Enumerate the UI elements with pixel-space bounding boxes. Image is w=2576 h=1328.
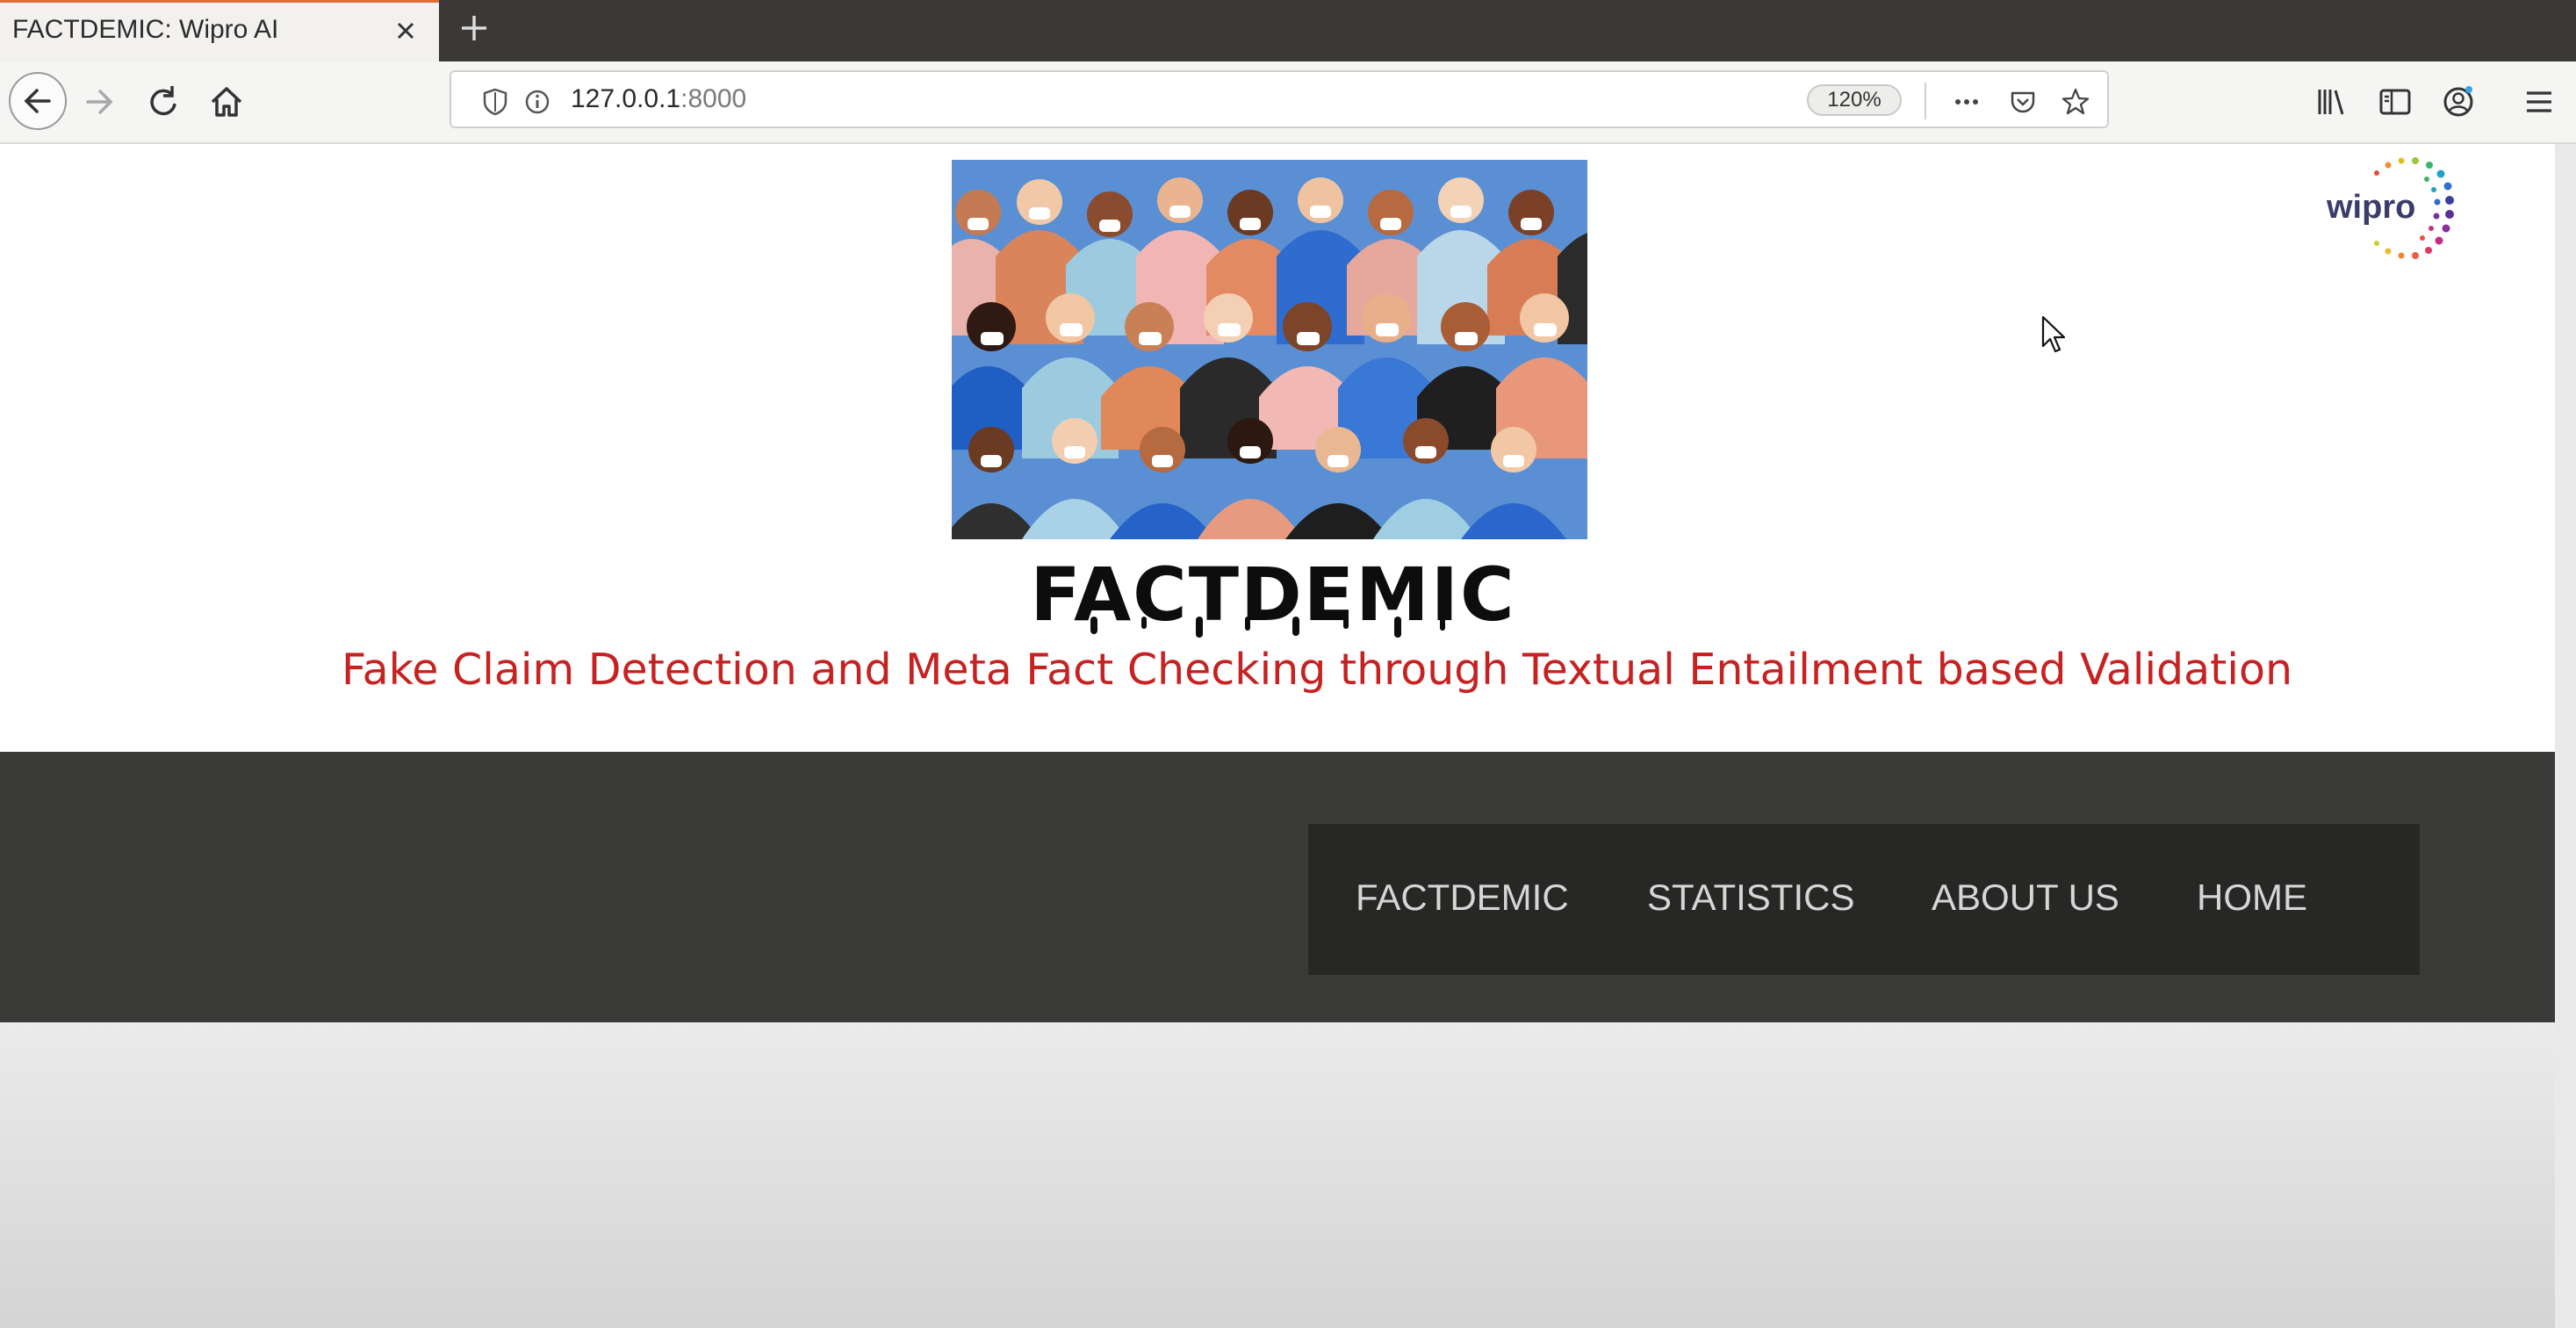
- nav-item-home[interactable]: HOME: [2197, 877, 2307, 919]
- mouse-cursor-icon: [2041, 315, 2066, 353]
- active-tab[interactable]: FACTDEMIC: Wipro AI: [0, 0, 439, 61]
- tab-strip: FACTDEMIC: Wipro AI: [0, 0, 2576, 61]
- plus-icon[interactable]: [455, 9, 493, 47]
- forward-arrow-icon[interactable]: [76, 77, 125, 126]
- url-host: 127.0.0.1: [571, 84, 681, 113]
- url-text: 127.0.0.1:8000: [571, 84, 746, 114]
- account-icon[interactable]: [2439, 83, 2478, 121]
- scrollbar-track[interactable]: [2555, 144, 2576, 1328]
- wipro-logo: wipro: [2326, 157, 2454, 259]
- main-nav-band: FACTDEMIC STATISTICS ABOUT US HOME: [0, 752, 2555, 1022]
- reload-icon[interactable]: [139, 77, 188, 126]
- url-port: :8000: [680, 84, 747, 113]
- back-button[interactable]: [9, 72, 67, 130]
- shield-icon[interactable]: [478, 84, 513, 119]
- info-icon[interactable]: [520, 84, 555, 119]
- tagline: Fake Claim Detection and Meta Fact Check…: [341, 645, 2293, 695]
- hamburger-menu-icon[interactable]: [2520, 83, 2558, 121]
- nav-item-about-us[interactable]: ABOUT US: [1932, 877, 2119, 919]
- home-icon[interactable]: [202, 77, 251, 126]
- star-icon[interactable]: [2058, 84, 2093, 119]
- wipro-wordmark: wipro: [2326, 189, 2415, 226]
- back-arrow-icon: [24, 89, 51, 113]
- nav-item-statistics[interactable]: STATISTICS: [1647, 877, 1854, 919]
- pocket-icon[interactable]: [2005, 84, 2040, 119]
- nav-item-factdemic[interactable]: FACTDEMIC: [1356, 877, 1569, 919]
- tab-title: FACTDEMIC: Wipro AI: [12, 15, 279, 44]
- more-dots-icon[interactable]: [1949, 84, 1984, 119]
- page-content: wipro FACTDEMIC Fake Claim Detection and…: [0, 144, 2576, 1328]
- content-area: [0, 1022, 2555, 1328]
- close-icon[interactable]: [388, 13, 423, 48]
- library-icon[interactable]: [2313, 83, 2351, 121]
- url-separator: [1925, 83, 1926, 119]
- hero-crowd-illustration: [952, 160, 1587, 539]
- zoom-indicator[interactable]: 120%: [1807, 84, 1902, 116]
- main-nav: FACTDEMIC STATISTICS ABOUT US HOME: [1308, 824, 2420, 975]
- address-bar[interactable]: 127.0.0.1:8000 120%: [450, 70, 2109, 128]
- browser-toolbar: 127.0.0.1:8000 120%: [0, 61, 2576, 144]
- site-title: FACTDEMIC: [1030, 552, 1515, 638]
- sidebar-icon[interactable]: [2376, 83, 2414, 121]
